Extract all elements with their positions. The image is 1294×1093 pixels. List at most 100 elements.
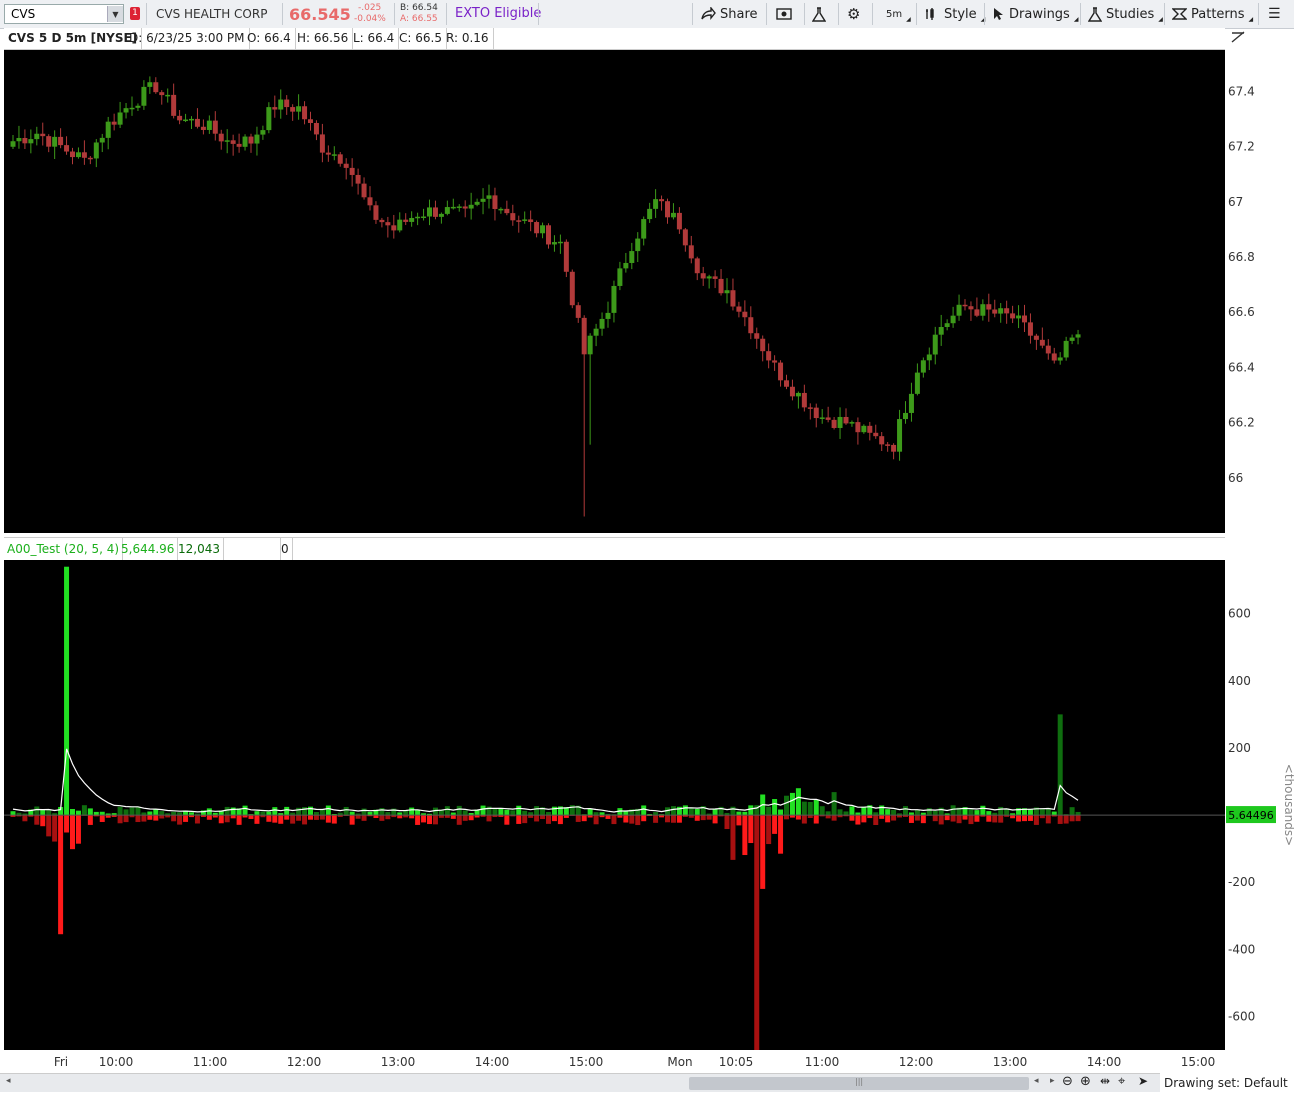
exto-eligible-label[interactable]: EXTO Eligible: [455, 6, 541, 21]
pan-icon[interactable]: ⇹: [1100, 1074, 1110, 1088]
candle-body: [58, 136, 64, 146]
scroll-right-icon[interactable]: ▸: [1050, 1076, 1055, 1086]
studies-button[interactable]: Studies ◢: [1088, 0, 1163, 28]
candle-body: [879, 436, 885, 445]
candle-body: [516, 220, 522, 222]
candle-body: [581, 317, 587, 355]
candle-body: [700, 273, 706, 279]
candle-body: [551, 242, 557, 245]
chart-scrollbar[interactable]: ◂ ||| ◂ ▸ ⊖ ⊕ ⇹ ⌖ ➤: [0, 1073, 1160, 1092]
volume-bar-up: [266, 811, 272, 816]
candle-body: [349, 167, 355, 175]
candle-body: [260, 130, 266, 135]
candle-body: [75, 152, 81, 158]
study-value-2: 12,043: [175, 538, 224, 560]
volume-bar-up: [159, 811, 165, 816]
volume-bar-down: [272, 815, 278, 823]
time-tick-label: 10:05: [719, 1055, 754, 1069]
flask-button[interactable]: [812, 0, 826, 28]
volume-bar-down: [296, 815, 302, 821]
volume-bar-down: [849, 815, 855, 821]
volume-bar-down: [421, 815, 427, 823]
candle-body: [117, 112, 123, 125]
time-axis[interactable]: Fri 10:00 11:00 12:00 13:00 14:00 15:00 Mon 10:0…: [4, 1050, 1225, 1072]
volume-bar-up: [1069, 807, 1075, 816]
price-chart-pane[interactable]: [4, 50, 1225, 533]
volume-bar-up: [153, 809, 159, 816]
patterns-button[interactable]: Patterns ◢: [1172, 0, 1253, 28]
volume-bar-down: [724, 815, 730, 830]
candle-body: [522, 219, 528, 221]
candle-body: [93, 142, 99, 159]
scroll-left-small-icon[interactable]: ◂: [1034, 1076, 1039, 1086]
toolbar-divider: [1164, 3, 1165, 25]
style-button[interactable]: Style ◢: [924, 0, 985, 28]
candle-body: [760, 338, 766, 352]
volume-bar-down: [52, 815, 58, 842]
volume-bar-down: [415, 815, 421, 825]
volume-bar-up: [831, 792, 837, 816]
volume-bar-down: [754, 815, 760, 1050]
toolbar-divider: [1080, 3, 1081, 25]
price-axis[interactable]: 67.4 67.2 67 66.8 66.6 66.4 66.2 66: [1225, 50, 1294, 533]
candlestick-chart[interactable]: [4, 50, 1225, 533]
candle-body: [183, 119, 189, 122]
share-label: Share: [720, 6, 758, 22]
menu-button[interactable]: ☰: [1268, 0, 1281, 28]
share-button[interactable]: Share: [700, 0, 758, 28]
candle-body: [897, 419, 903, 452]
volume-bar-up: [885, 809, 891, 816]
study-value-3: 0: [278, 538, 293, 560]
pointer-icon[interactable]: ➤: [1138, 1074, 1148, 1088]
zoom-in-icon[interactable]: ⊕: [1080, 1074, 1091, 1089]
study-status-bar: A00_Test (20, 5, 4) 5,644.96 12,043 0: [4, 537, 1225, 561]
candle-body: [153, 82, 159, 93]
volume-bar-down: [873, 815, 879, 825]
candle-body: [682, 229, 688, 246]
candle-body: [992, 309, 998, 314]
candle-body: [1069, 337, 1075, 341]
volume-histogram[interactable]: [4, 560, 1225, 1050]
candle-body: [813, 407, 819, 419]
candle-body: [676, 212, 682, 230]
candle-body: [1075, 334, 1081, 338]
compare-button[interactable]: [776, 0, 792, 28]
volume-bar-down: [349, 815, 355, 825]
settings-button[interactable]: ⚙: [847, 0, 860, 28]
symbol-input[interactable]: [11, 7, 103, 21]
price-tick-label: 67: [1228, 195, 1243, 209]
volume-bar-up: [296, 807, 302, 816]
time-tick-label: 15:00: [1181, 1055, 1216, 1069]
candle-body: [563, 241, 569, 272]
drawing-set-label[interactable]: Drawing set: Default: [1164, 1076, 1288, 1090]
symbol-selector[interactable]: ▼: [4, 4, 124, 24]
volume-bar-up: [766, 806, 772, 816]
volume-bar-down: [427, 815, 432, 825]
volume-bar-down: [712, 815, 718, 824]
alert-badge[interactable]: 1: [130, 7, 140, 20]
volume-bar-down: [64, 815, 70, 833]
candle-body: [789, 386, 795, 397]
scroll-thumb[interactable]: |||: [689, 1077, 1029, 1090]
volume-bar-down: [355, 815, 361, 819]
crosshair-icon[interactable]: ⌖: [1118, 1074, 1125, 1089]
collapse-icon[interactable]: [1230, 30, 1246, 47]
zoom-out-icon[interactable]: ⊖: [1062, 1074, 1073, 1089]
candle-body: [480, 198, 486, 202]
volume-study-pane[interactable]: [4, 560, 1225, 1050]
candle-body: [123, 108, 129, 113]
volume-bar-up: [1027, 809, 1033, 816]
status-open: O: 66.4: [243, 28, 296, 49]
chevron-down-icon[interactable]: ▼: [107, 6, 123, 22]
candle-body: [129, 107, 135, 110]
study-name[interactable]: A00_Test (20, 5, 4): [4, 538, 124, 560]
scroll-left-icon[interactable]: ◂: [6, 1076, 11, 1086]
timeframe-button[interactable]: 5m ◢: [886, 0, 911, 28]
volume-axis[interactable]: 600 400 200 -200 -400 -600 <thousands> 5.64496: [1225, 560, 1294, 1050]
candle-body: [831, 419, 837, 428]
candle-body: [908, 393, 914, 413]
volume-bar-up: [789, 792, 795, 816]
drawings-button[interactable]: Drawings ◢: [993, 0, 1078, 28]
price-tick-label: 66.2: [1228, 416, 1255, 430]
time-tick-label: 14:00: [1087, 1055, 1122, 1069]
